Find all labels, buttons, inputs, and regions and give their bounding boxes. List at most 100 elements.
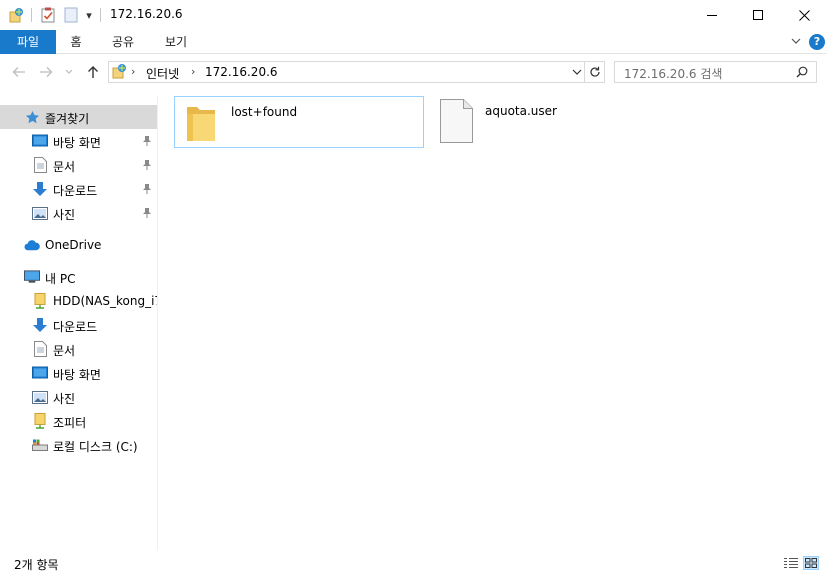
divider — [100, 8, 101, 22]
file-name: aquota.user — [485, 104, 557, 118]
this-pc-icon — [24, 269, 40, 285]
details-view-icon — [784, 558, 798, 568]
pin-icon[interactable] — [142, 207, 152, 218]
desktop-icon — [32, 365, 48, 381]
item-count: 2개 항목 — [14, 558, 59, 572]
divider — [31, 8, 32, 22]
breadcrumb-separator-icon[interactable]: › — [131, 65, 135, 78]
sidebar-item-network-drive[interactable]: HDD(NAS_kong_i7) — [0, 289, 157, 313]
pin-icon[interactable] — [142, 135, 152, 146]
sidebar-item-label: 다운로드 — [53, 184, 98, 198]
minimize-icon — [707, 15, 717, 16]
pictures-icon — [32, 205, 48, 221]
folder-icon — [187, 107, 215, 141]
pin-icon[interactable] — [142, 159, 152, 170]
sidebar-item-label: 로컬 디스크 (C:) — [53, 440, 138, 454]
tab-home[interactable]: 홈 — [60, 30, 92, 54]
file-item[interactable]: aquota.user — [439, 96, 689, 148]
forward-button[interactable] — [38, 64, 54, 80]
maximize-icon — [753, 10, 763, 20]
recent-locations-button[interactable] — [63, 64, 75, 80]
sidebar-item-label: 바탕 화면 — [53, 136, 101, 150]
network-drive-icon — [32, 293, 48, 309]
tab-file[interactable]: 파일 — [0, 30, 56, 54]
download-icon — [32, 181, 48, 197]
back-button[interactable] — [11, 64, 27, 80]
download-icon — [32, 317, 48, 333]
sidebar-item-downloads[interactable]: 다운로드 — [0, 177, 157, 201]
sidebar-item-label: 사진 — [53, 392, 76, 406]
star-icon — [24, 109, 40, 125]
sidebar-item-label: 다운로드 — [53, 320, 98, 334]
documents-icon — [32, 341, 48, 357]
generic-file-icon — [440, 99, 473, 143]
address-bar[interactable]: › 인터넷 › 172.16.20.6 — [108, 61, 585, 83]
address-row: › 인터넷 › 172.16.20.6 172.16.20.6 검색 — [0, 55, 827, 91]
back-arrow-icon — [12, 67, 25, 77]
sidebar-item-downloads-pc[interactable]: 다운로드 — [0, 313, 157, 337]
sidebar-item-label: HDD(NAS_kong_i7) — [53, 294, 157, 308]
desktop-icon — [32, 133, 48, 149]
up-arrow-icon — [88, 66, 98, 78]
navigation-pane: 즐겨찾기 바탕 화면 문서 다운로드 사진 OneDrive 내 PC HDD(… — [0, 96, 158, 550]
address-history-chevron-icon[interactable] — [571, 66, 583, 78]
search-placeholder: 172.16.20.6 검색 — [624, 67, 723, 81]
sidebar-item-quick-access[interactable]: 즐겨찾기 — [0, 105, 157, 129]
pictures-icon — [32, 389, 48, 405]
documents-icon — [32, 157, 48, 173]
close-icon — [798, 9, 810, 21]
tab-share[interactable]: 공유 — [104, 30, 142, 54]
file-name: lost+found — [231, 105, 298, 119]
sidebar-item-this-pc[interactable]: 내 PC — [0, 265, 157, 289]
sidebar-item-onedrive[interactable]: OneDrive — [0, 233, 157, 257]
up-button[interactable] — [85, 64, 101, 80]
sidebar-item-label: 조피터 — [53, 416, 87, 430]
local-disk-icon — [32, 437, 48, 453]
ribbon-tab-bar: 파일 홈 공유 보기 ? — [0, 30, 827, 54]
expand-ribbon-chevron-icon[interactable] — [790, 35, 802, 47]
sidebar-item-pictures-pc[interactable]: 사진 — [0, 385, 157, 409]
breadcrumb-internet[interactable]: 인터넷 — [146, 65, 179, 82]
sidebar-item-documents[interactable]: 문서 — [0, 153, 157, 177]
tab-view[interactable]: 보기 — [157, 30, 195, 54]
help-button[interactable]: ? — [809, 34, 825, 50]
forward-arrow-icon — [40, 67, 53, 77]
sidebar-item-label: 즐겨찾기 — [45, 112, 90, 126]
title-bar: ▾ 172.16.20.6 — [0, 0, 827, 30]
close-button[interactable] — [781, 0, 827, 30]
sidebar-item-desktop[interactable]: 바탕 화면 — [0, 129, 157, 153]
network-location-icon[interactable] — [8, 6, 26, 24]
large-icons-view-button[interactable] — [803, 556, 819, 570]
chevron-down-icon — [65, 69, 73, 74]
sidebar-item-label: 문서 — [53, 160, 76, 174]
sidebar-item-jupyter[interactable]: 조피터 — [0, 409, 157, 433]
search-icon[interactable] — [796, 66, 808, 78]
breadcrumb-current[interactable]: 172.16.20.6 — [205, 65, 278, 79]
new-folder-icon[interactable] — [62, 6, 80, 24]
sidebar-item-label: OneDrive — [45, 238, 102, 252]
sidebar-item-desktop-pc[interactable]: 바탕 화면 — [0, 361, 157, 385]
sidebar-item-label: 바탕 화면 — [53, 368, 101, 382]
file-list: lost+found aquota.user — [159, 92, 827, 550]
window-title: 172.16.20.6 — [110, 7, 183, 21]
onedrive-cloud-icon — [24, 237, 40, 253]
sidebar-item-documents-pc[interactable]: 문서 — [0, 337, 157, 361]
details-view-button[interactable] — [783, 556, 799, 570]
search-input[interactable]: 172.16.20.6 검색 — [614, 61, 817, 83]
breadcrumb-separator-icon[interactable]: › — [191, 65, 195, 78]
refresh-icon — [589, 66, 600, 77]
status-bar: 2개 항목 — [0, 550, 827, 576]
customize-quick-access-dropdown[interactable]: ▾ — [83, 6, 95, 24]
folder-item[interactable]: lost+found — [174, 96, 424, 148]
maximize-button[interactable] — [735, 0, 781, 30]
sidebar-item-label: 사진 — [53, 208, 76, 222]
properties-icon[interactable] — [39, 6, 57, 24]
sidebar-item-label: 문서 — [53, 344, 76, 358]
minimize-button[interactable] — [689, 0, 735, 30]
sidebar-item-local-disk[interactable]: 로컬 디스크 (C:) — [0, 433, 157, 457]
pin-icon[interactable] — [142, 183, 152, 194]
folder-icon — [32, 413, 48, 429]
sidebar-item-pictures[interactable]: 사진 — [0, 201, 157, 225]
sidebar-item-label: 내 PC — [45, 272, 76, 286]
refresh-button[interactable] — [585, 61, 605, 83]
